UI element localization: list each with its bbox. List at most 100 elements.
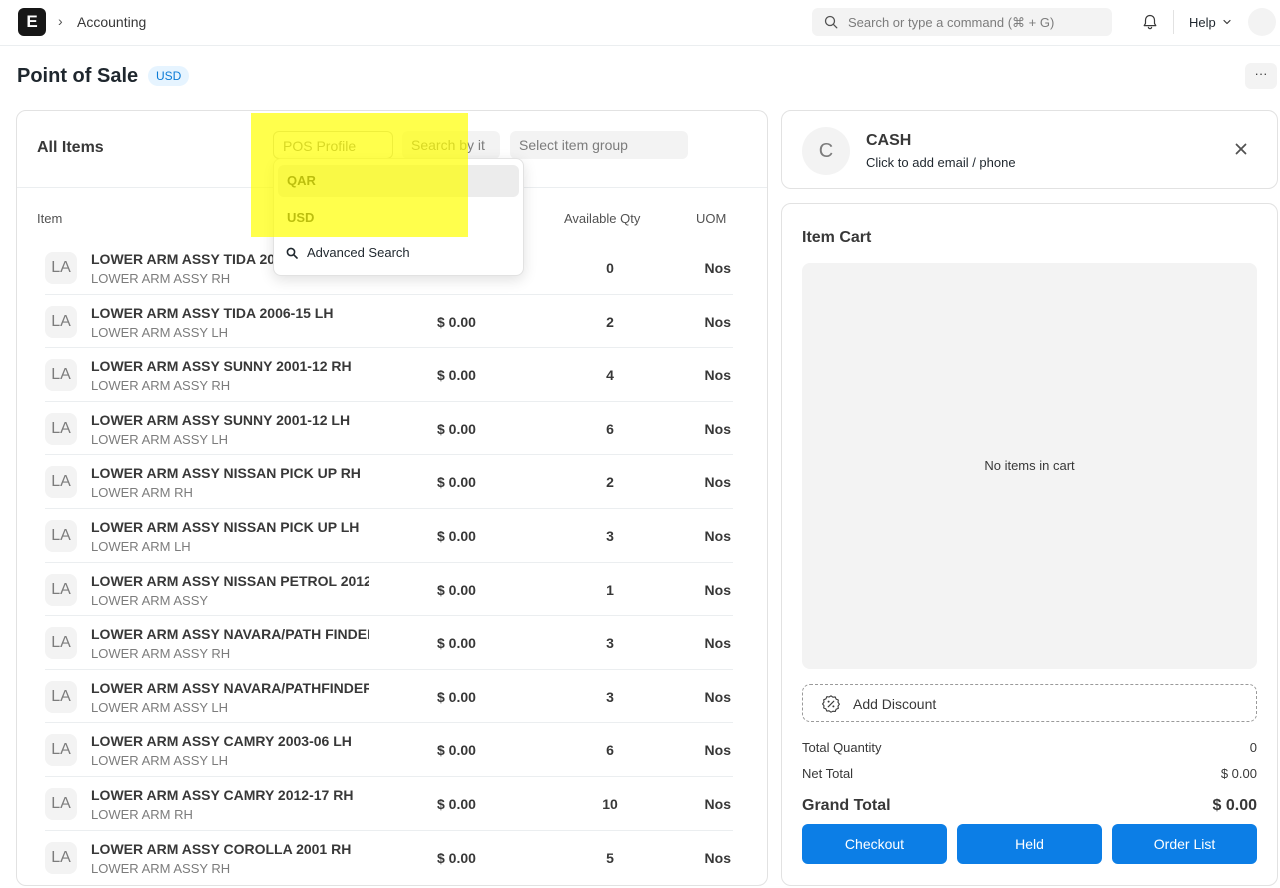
item-name: LOWER ARM ASSY NAVARA/PATHFINDER bbox=[91, 679, 369, 696]
bell-icon[interactable] bbox=[1141, 13, 1159, 31]
item-row[interactable]: LA LOWER ARM ASSY NISSAN PICK UP RH LOWER … bbox=[45, 455, 733, 509]
column-header-uom: UOM bbox=[696, 211, 727, 226]
item-avatar: LA bbox=[45, 359, 77, 392]
customer-avatar: C bbox=[802, 127, 850, 175]
cart-panel: Item Cart No items in cart Add Discount … bbox=[781, 203, 1278, 886]
chevron-down-icon[interactable] bbox=[1222, 17, 1232, 27]
column-header-available-qty: Available Qty bbox=[564, 211, 641, 226]
item-uom: Nos bbox=[704, 795, 731, 812]
navbar-divider bbox=[1173, 10, 1174, 34]
discount-icon bbox=[822, 695, 840, 713]
item-uom: Nos bbox=[704, 474, 731, 491]
item-avatar: LA bbox=[45, 734, 77, 767]
item-row[interactable]: LA LOWER ARM ASSY COROLLA 2001 RH LOWER AR… bbox=[45, 831, 733, 885]
item-code: LOWER ARM LH bbox=[91, 538, 191, 554]
item-avatar: LA bbox=[45, 841, 77, 874]
advanced-search-label: Advanced Search bbox=[307, 245, 410, 260]
item-available-qty: 2 bbox=[606, 313, 614, 330]
item-group-field[interactable]: Select item group bbox=[510, 131, 688, 159]
item-search-field[interactable]: Search by it bbox=[402, 131, 500, 159]
item-row[interactable]: LA LOWER ARM ASSY CAMRY 2003-06 LH LOWER A… bbox=[45, 723, 733, 777]
item-code: LOWER ARM RH bbox=[91, 806, 193, 822]
item-avatar: LA bbox=[45, 787, 77, 820]
items-list: LA LOWER ARM ASSY TIDA 20 LOWER ARM ASSY R… bbox=[45, 241, 733, 884]
item-avatar: LA bbox=[45, 573, 77, 606]
checkout-button[interactable]: Checkout bbox=[802, 824, 947, 864]
pos-profile-field[interactable]: POS Profile bbox=[273, 131, 393, 159]
item-code: LOWER ARM RH bbox=[91, 485, 193, 501]
item-row[interactable]: LA LOWER ARM ASSY SUNNY 2001-12 RH LOWER A… bbox=[45, 348, 733, 402]
item-available-qty: 4 bbox=[606, 367, 614, 384]
item-code: LOWER ARM ASSY LH bbox=[91, 324, 229, 340]
item-price: $ 0.00 bbox=[437, 581, 476, 598]
item-name: LOWER ARM ASSY SUNNY 2001-12 RH bbox=[91, 358, 352, 375]
dropdown-option-qar[interactable]: QAR bbox=[278, 165, 519, 197]
item-available-qty: 3 bbox=[606, 635, 614, 652]
cart-title: Item Cart bbox=[802, 229, 872, 246]
item-avatar: LA bbox=[45, 252, 77, 284]
item-available-qty: 5 bbox=[606, 849, 614, 866]
page-title: Point of Sale bbox=[17, 65, 139, 87]
item-name: LOWER ARM ASSY NISSAN PICK UP RH bbox=[91, 465, 361, 482]
add-discount-label: Add Discount bbox=[853, 696, 937, 712]
add-discount-button[interactable]: Add Discount bbox=[802, 684, 1257, 722]
item-price: $ 0.00 bbox=[437, 420, 476, 437]
item-avatar: LA bbox=[45, 627, 77, 660]
item-price: $ 0.00 bbox=[437, 795, 476, 812]
item-available-qty: 3 bbox=[606, 688, 614, 705]
total-quantity-label: Total Quantity bbox=[802, 740, 882, 755]
item-name: LOWER ARM ASSY NAVARA/PATH FINDER bbox=[91, 626, 369, 643]
item-uom: Nos bbox=[704, 581, 731, 598]
item-name: LOWER ARM ASSY NISSAN PETROL 2012 bbox=[91, 572, 369, 589]
item-code: LOWER ARM ASSY LH bbox=[91, 753, 229, 769]
customer-contact-hint[interactable]: Click to add email / phone bbox=[866, 155, 1016, 170]
item-row[interactable]: LA LOWER ARM ASSY TIDA 2006-15 LH LOWER AR… bbox=[45, 295, 733, 349]
item-price: $ 0.00 bbox=[437, 849, 476, 866]
close-icon[interactable] bbox=[1234, 142, 1248, 156]
held-button[interactable]: Held bbox=[957, 824, 1102, 864]
item-name: LOWER ARM ASSY COROLLA 2001 RH bbox=[91, 840, 352, 857]
app-logo[interactable]: E bbox=[18, 8, 46, 36]
item-uom: Nos bbox=[704, 635, 731, 652]
item-uom: Nos bbox=[704, 688, 731, 705]
item-row[interactable]: LA LOWER ARM ASSY NAVARA/PATHFINDER LOWER … bbox=[45, 670, 733, 724]
awesomebar-search[interactable]: Search or type a command (⌘ + G) bbox=[812, 8, 1112, 36]
item-price: $ 0.00 bbox=[437, 635, 476, 652]
item-avatar: LA bbox=[45, 680, 77, 713]
grand-total-label: Grand Total bbox=[802, 797, 891, 814]
item-price: $ 0.00 bbox=[437, 742, 476, 759]
item-avatar: LA bbox=[45, 305, 77, 338]
search-placeholder: Search or type a command (⌘ + G) bbox=[848, 15, 1055, 30]
item-avatar: LA bbox=[45, 519, 77, 552]
net-total-label: Net Total bbox=[802, 766, 854, 781]
item-uom: Nos bbox=[704, 742, 731, 759]
item-avatar: LA bbox=[45, 412, 77, 445]
item-row[interactable]: LA LOWER ARM ASSY NISSAN PICK UP LH LOWER … bbox=[45, 509, 733, 563]
item-available-qty: 2 bbox=[606, 474, 614, 491]
pos-profile-dropdown: QAR USD Advanced Search bbox=[273, 158, 524, 276]
more-options-button[interactable]: ··· bbox=[1245, 63, 1277, 89]
item-row[interactable]: LA LOWER ARM ASSY CAMRY 2012-17 RH LOWER A… bbox=[45, 777, 733, 831]
item-code: LOWER ARM ASSY RH bbox=[91, 860, 231, 876]
order-list-button[interactable]: Order List bbox=[1112, 824, 1257, 864]
help-menu[interactable]: Help bbox=[1189, 15, 1216, 30]
item-uom: Nos bbox=[704, 420, 731, 437]
item-price: $ 0.00 bbox=[437, 313, 476, 330]
item-name: LOWER ARM ASSY CAMRY 2012-17 RH bbox=[91, 786, 354, 803]
dropdown-option-usd[interactable]: USD bbox=[278, 202, 519, 234]
item-available-qty: 3 bbox=[606, 527, 614, 544]
item-avatar: LA bbox=[45, 466, 77, 499]
cart-empty-message: No items in cart bbox=[984, 458, 1075, 473]
currency-badge: USD bbox=[148, 66, 190, 86]
items-panel-title: All Items bbox=[37, 139, 104, 156]
item-code: LOWER ARM ASSY RH bbox=[91, 271, 231, 286]
item-row[interactable]: LA LOWER ARM ASSY NAVARA/PATH FINDER LOWER… bbox=[45, 616, 733, 670]
item-available-qty: 1 bbox=[606, 581, 614, 598]
item-row[interactable]: LA LOWER ARM ASSY SUNNY 2001-12 LH LOWER A… bbox=[45, 402, 733, 456]
user-avatar[interactable] bbox=[1248, 8, 1276, 36]
customer-panel[interactable]: C CASH Click to add email / phone bbox=[781, 110, 1278, 189]
breadcrumb-accounting[interactable]: Accounting bbox=[77, 14, 146, 30]
item-row[interactable]: LA LOWER ARM ASSY NISSAN PETROL 2012 LOWER… bbox=[45, 563, 733, 617]
item-available-qty: 10 bbox=[602, 795, 618, 812]
item-name: LOWER ARM ASSY SUNNY 2001-12 LH bbox=[91, 411, 351, 428]
